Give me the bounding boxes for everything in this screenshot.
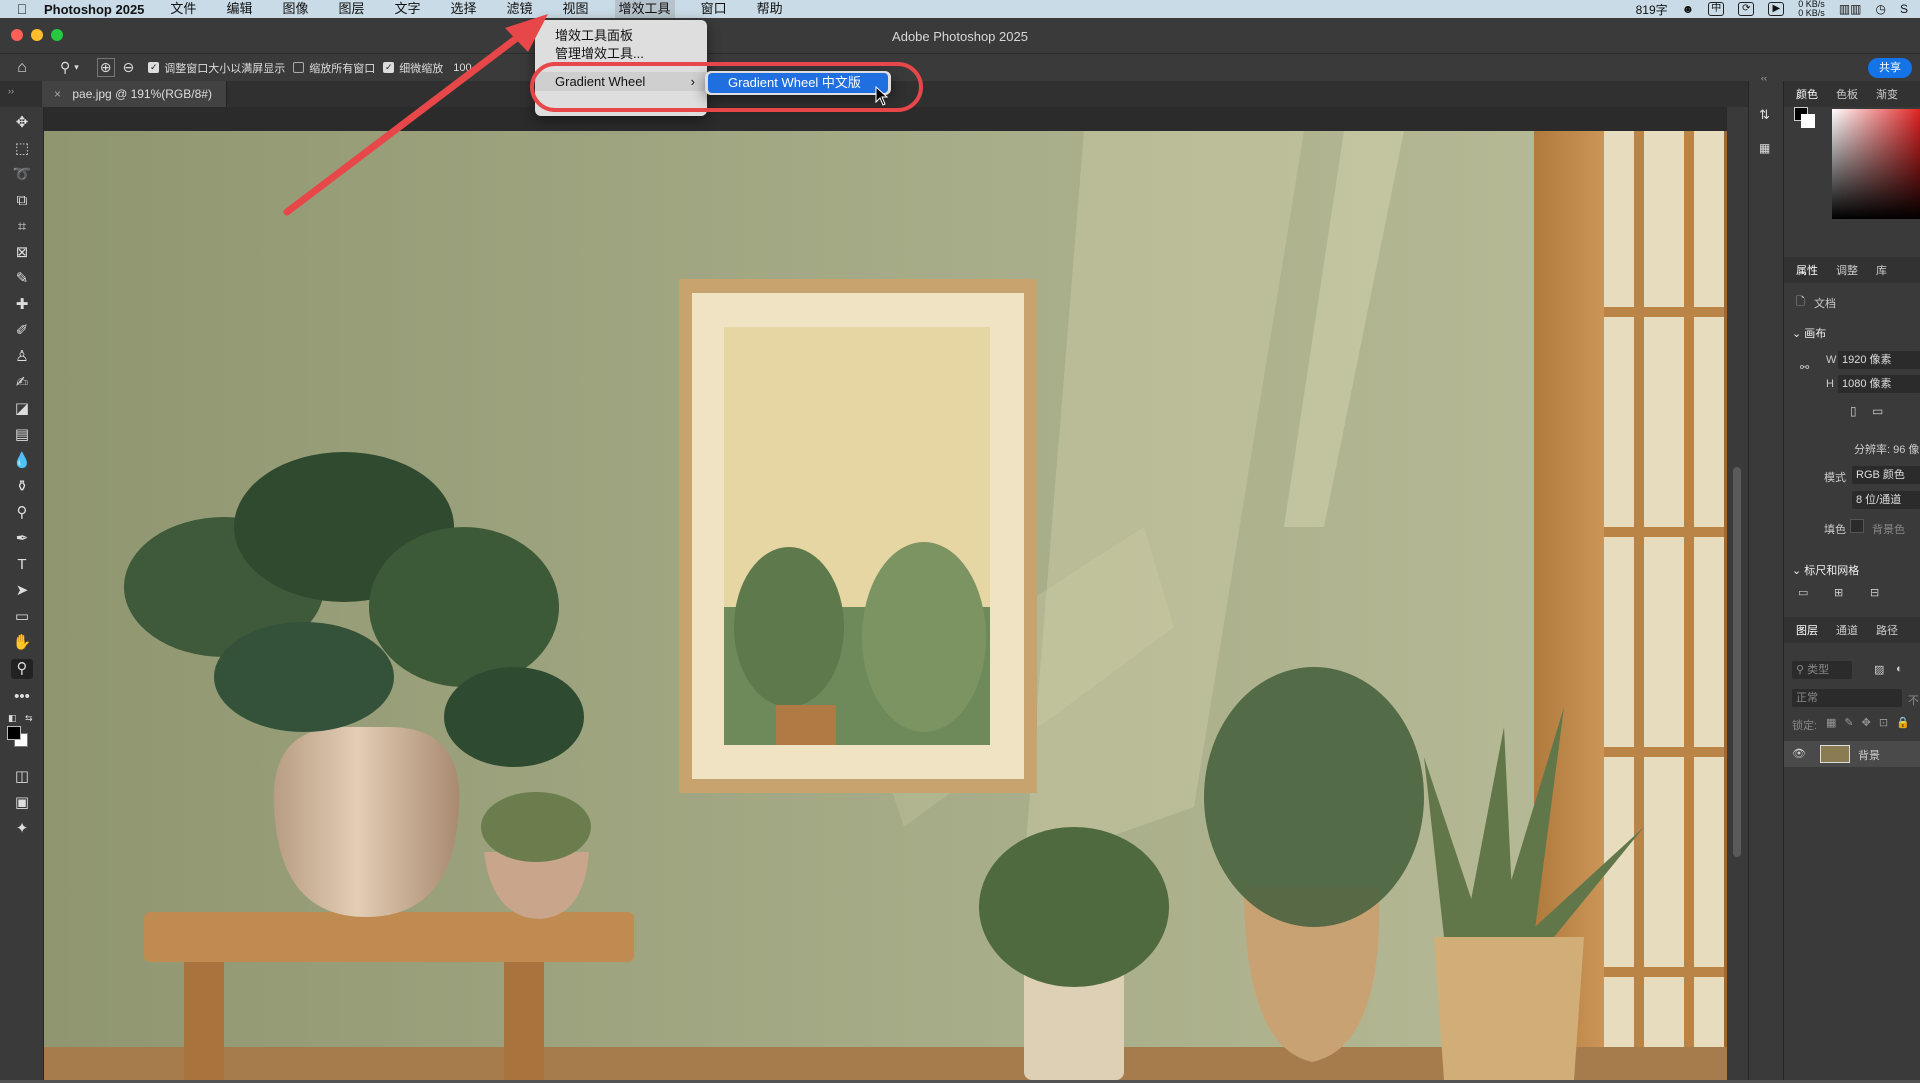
annotation-arrow xyxy=(283,14,548,216)
mouse-cursor-icon xyxy=(875,86,889,106)
